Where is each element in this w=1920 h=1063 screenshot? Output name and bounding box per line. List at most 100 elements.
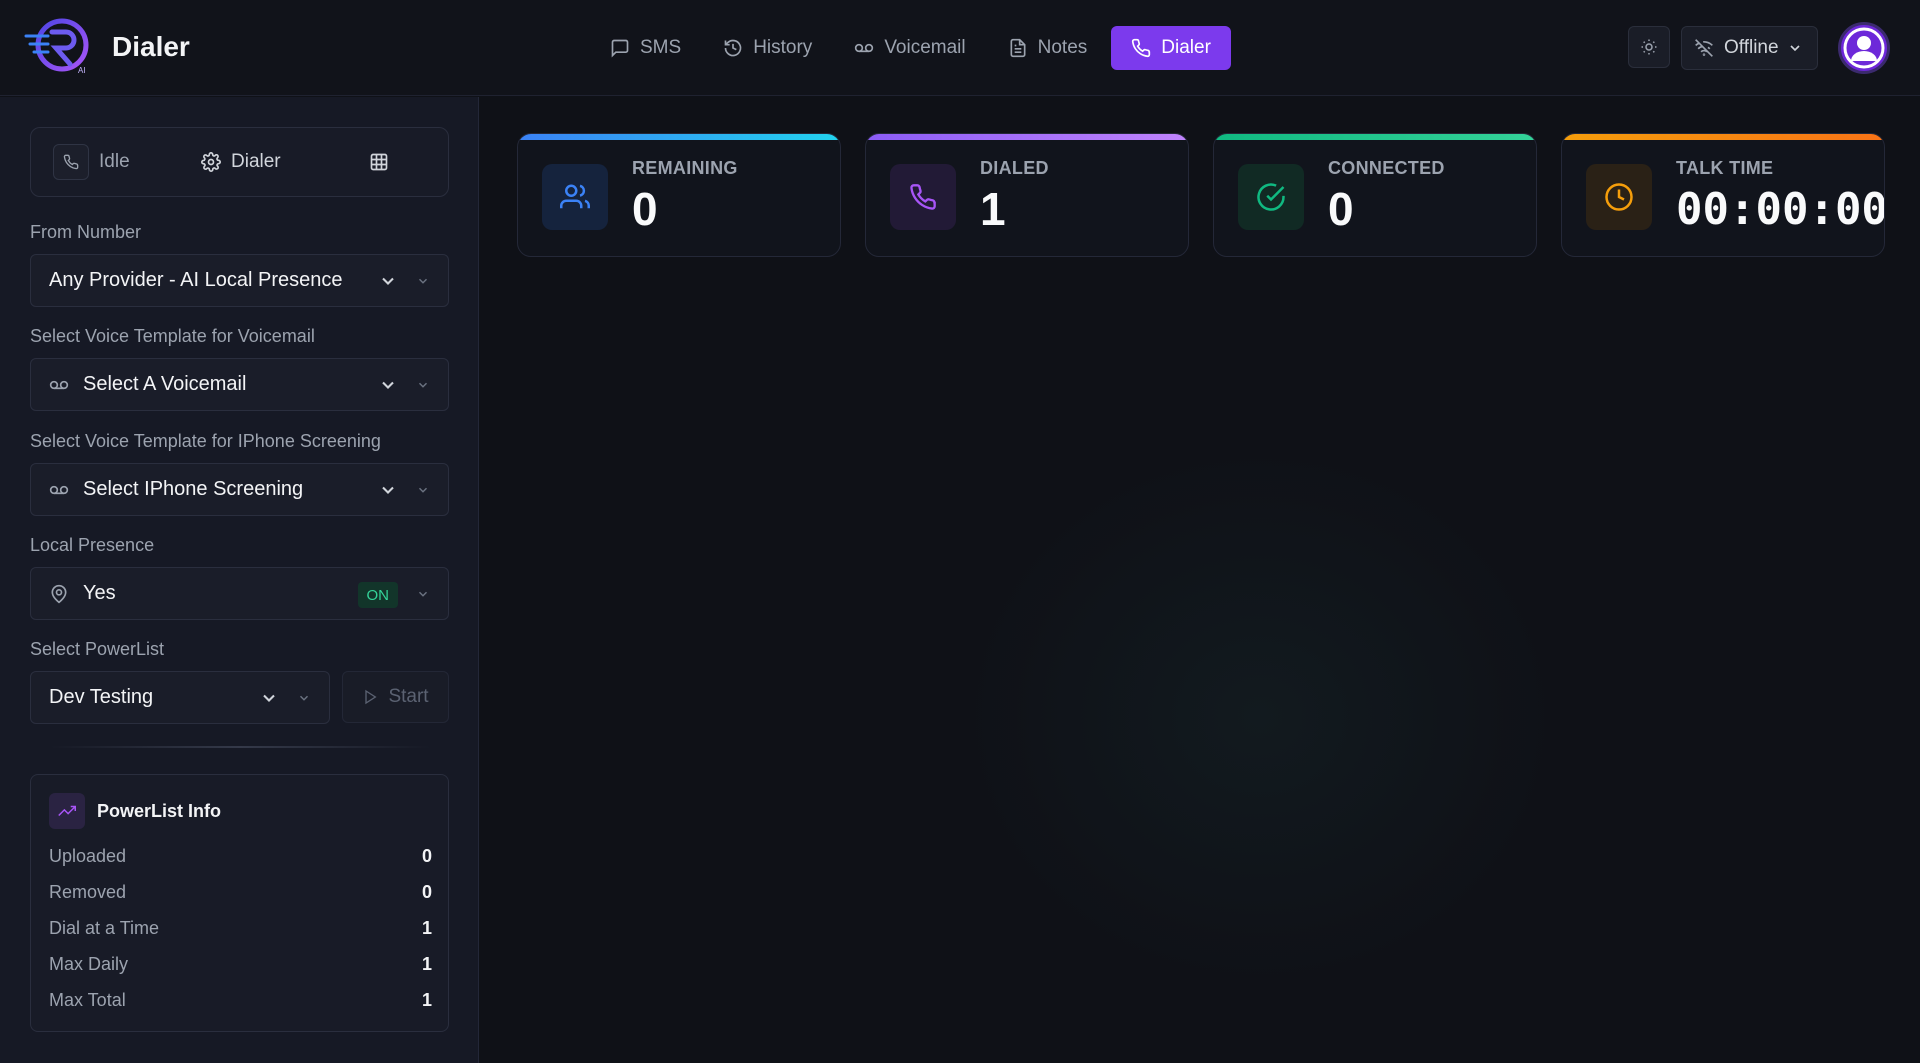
- info-value: 0: [421, 846, 432, 866]
- wifi-off-icon: [1695, 39, 1713, 57]
- info-row: Max Total 1: [49, 990, 432, 1011]
- status-badge: ON: [357, 582, 398, 608]
- phone-icon: [53, 144, 89, 180]
- voicemail-icon: [855, 43, 874, 53]
- grid-icon: [370, 153, 388, 171]
- info-value: 0: [421, 882, 432, 902]
- info-row: Removed 0: [49, 882, 432, 903]
- nav-notes-label: Notes: [1037, 37, 1088, 58]
- nav-voicemail[interactable]: Voicemail: [836, 26, 983, 70]
- iphone-template-value: Select IPhone Screening: [83, 478, 304, 500]
- chevron-down-icon: [299, 695, 309, 701]
- chevron-down-icon: [382, 381, 394, 389]
- stat-label: DIALED: [980, 158, 1049, 178]
- clock-icon: [1586, 164, 1652, 230]
- gear-icon: [201, 152, 221, 172]
- map-pin-icon: [51, 584, 67, 603]
- nav-dialer[interactable]: Dialer: [1111, 26, 1231, 70]
- stat-value: 0: [1328, 183, 1354, 235]
- stat-label: TALK TIME: [1676, 158, 1774, 178]
- stat-accent-bar: [518, 134, 840, 140]
- users-icon: [542, 164, 608, 230]
- powerlist-info-header: PowerList Info: [49, 793, 221, 829]
- info-row: Max Daily 1: [49, 954, 432, 975]
- phone-icon: [1132, 38, 1151, 58]
- divider: [50, 746, 430, 748]
- stat-value: 1: [980, 183, 1006, 235]
- user-avatar[interactable]: [1838, 22, 1890, 74]
- chevron-down-icon: [1789, 45, 1800, 52]
- mode-dialer[interactable]: Dialer: [201, 151, 281, 173]
- mode-idle-label: Idle: [99, 151, 130, 172]
- file-text-icon: [1010, 38, 1026, 58]
- nav-voicemail-label: Voicemail: [884, 37, 966, 58]
- brand[interactable]: AI Dialer: [24, 18, 190, 76]
- mode-grid-button[interactable]: [369, 152, 389, 172]
- sidebar: Idle Dialer From Number Any Provider - A…: [0, 97, 479, 1063]
- play-icon: [365, 689, 378, 705]
- powerlist-value: Dev Testing: [49, 686, 154, 708]
- app-title: Dialer: [112, 31, 190, 62]
- chevron-down-icon: [418, 382, 428, 388]
- nav-history-label: History: [753, 37, 813, 58]
- theme-toggle-button[interactable]: [1628, 26, 1670, 68]
- info-row: Dial at a Time 1: [49, 918, 432, 939]
- nav-history[interactable]: History: [705, 26, 830, 70]
- from-number-value: Any Provider - AI Local Presence: [49, 269, 343, 291]
- chevron-down-icon: [418, 591, 428, 597]
- info-row: Uploaded 0: [49, 846, 432, 867]
- from-number-select[interactable]: Any Provider - AI Local Presence: [30, 254, 449, 307]
- voicemail-template-select[interactable]: Select A Voicemail: [30, 358, 449, 411]
- powerlist-select[interactable]: Dev Testing: [30, 671, 330, 724]
- status-label: Offline: [1724, 37, 1779, 58]
- stat-card-remaining: REMAINING 0: [517, 133, 841, 257]
- stat-accent-bar: [1562, 134, 1884, 140]
- info-key: Removed: [49, 882, 127, 902]
- info-key: Dial at a Time: [49, 918, 160, 938]
- nav-notes[interactable]: Notes: [990, 26, 1106, 70]
- local-presence-label: Local Presence: [30, 535, 155, 555]
- stat-card-talk-time: TALK TIME 00:00:00: [1561, 133, 1885, 257]
- mode-idle[interactable]: Idle: [53, 144, 130, 180]
- sun-icon: [1641, 39, 1657, 55]
- info-key: Max Daily: [49, 954, 129, 974]
- powerlist-info-title: PowerList Info: [97, 800, 222, 821]
- message-icon: [611, 39, 629, 58]
- local-presence-select[interactable]: Yes ON: [30, 567, 449, 620]
- chevron-down-icon: [263, 694, 275, 702]
- info-value: 1: [421, 954, 432, 974]
- chevron-down-icon: [418, 487, 428, 493]
- from-number-label: From Number: [30, 222, 142, 242]
- voicemail-icon: [49, 380, 69, 389]
- start-button-label: Start: [388, 686, 429, 707]
- start-button[interactable]: Start: [342, 671, 449, 723]
- stat-value: 0: [632, 183, 658, 235]
- voicemail-icon: [49, 485, 69, 494]
- chevron-down-icon: [382, 486, 394, 494]
- iphone-template-label: Select Voice Template for IPhone Screeni…: [30, 431, 381, 451]
- stat-label: CONNECTED: [1328, 158, 1445, 178]
- nav-sms-label: SMS: [640, 37, 682, 58]
- stat-value: 00:00:00: [1676, 184, 1885, 235]
- mode-switcher: Idle Dialer: [30, 127, 449, 197]
- powerlist-label: Select PowerList: [30, 639, 165, 659]
- trending-up-icon: [49, 793, 85, 829]
- app-logo: AI: [24, 18, 94, 76]
- top-header: AI Dialer SMS History Voicemail Notes Di…: [0, 0, 1920, 96]
- chevron-down-icon: [382, 277, 394, 285]
- check-circle-icon: [1238, 164, 1304, 230]
- phone-icon: [890, 164, 956, 230]
- stat-accent-bar: [1214, 134, 1536, 140]
- nav-dialer-label: Dialer: [1161, 37, 1211, 58]
- status-dropdown[interactable]: Offline: [1681, 26, 1818, 70]
- svg-text:AI: AI: [78, 66, 86, 75]
- stat-accent-bar: [866, 134, 1188, 140]
- iphone-template-select[interactable]: Select IPhone Screening: [30, 463, 449, 516]
- info-key: Max Total: [49, 990, 126, 1010]
- nav-sms[interactable]: SMS: [592, 26, 699, 70]
- stat-card-dialed: DIALED 1: [865, 133, 1189, 257]
- chevron-down-icon: [418, 278, 428, 284]
- mode-dialer-label: Dialer: [231, 151, 281, 172]
- local-presence-value: Yes: [83, 582, 116, 604]
- user-icon: [1843, 27, 1885, 69]
